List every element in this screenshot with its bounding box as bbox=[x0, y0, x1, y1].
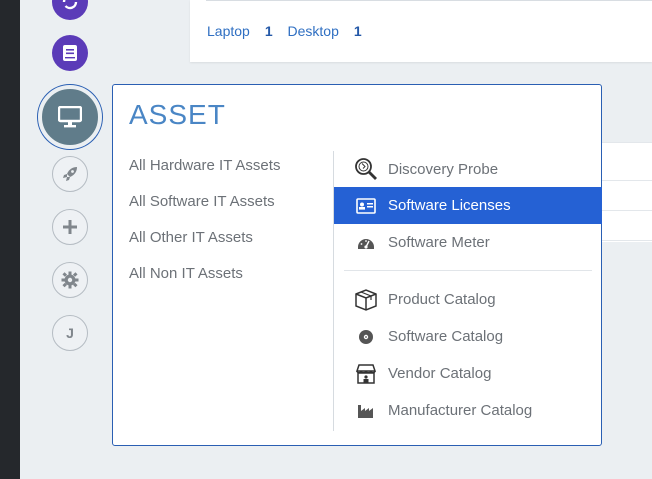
menu-discovery-probe[interactable]: Discovery Probe bbox=[334, 151, 602, 187]
user-initial-icon[interactable]: J bbox=[52, 315, 88, 351]
menu-separator bbox=[344, 270, 592, 271]
factory-icon bbox=[354, 399, 378, 423]
asset-flyout-menu: ASSET All Hardware IT Assets All Softwar… bbox=[112, 84, 602, 446]
menu-software-meter[interactable]: Software Meter bbox=[334, 224, 602, 261]
stat-desktop[interactable]: Desktop 1 bbox=[288, 23, 362, 39]
summary-card: Laptop 1 Desktop 1 bbox=[190, 0, 652, 62]
refresh-icon[interactable] bbox=[52, 0, 88, 20]
monitor-icon[interactable] bbox=[38, 85, 102, 149]
probe-icon bbox=[354, 157, 378, 181]
sidebar: J bbox=[20, 0, 120, 479]
menu-software-catalog[interactable]: Software Catalog bbox=[334, 318, 602, 355]
gauge-icon bbox=[354, 231, 378, 255]
rocket-icon[interactable] bbox=[52, 156, 88, 192]
id-card-icon bbox=[354, 194, 378, 218]
menu-software-licenses[interactable]: Software Licenses bbox=[334, 187, 602, 224]
box-icon bbox=[354, 288, 378, 312]
asset-submenu: Discovery Probe Software Licenses Softwa… bbox=[334, 151, 602, 429]
link-all-other-assets[interactable]: All Other IT Assets bbox=[129, 228, 280, 264]
store-icon bbox=[354, 362, 378, 386]
menu-vendor-catalog[interactable]: Vendor Catalog bbox=[334, 355, 602, 392]
menu-product-catalog[interactable]: Product Catalog bbox=[334, 281, 602, 318]
menu-manufacturer-catalog[interactable]: Manufacturer Catalog bbox=[334, 392, 602, 429]
asset-links: All Hardware IT Assets All Software IT A… bbox=[129, 156, 280, 300]
left-dark-strip bbox=[0, 0, 20, 479]
book-icon[interactable] bbox=[52, 35, 88, 71]
stat-laptop[interactable]: Laptop 1 bbox=[207, 23, 273, 39]
plus-icon[interactable] bbox=[52, 209, 88, 245]
link-all-non-it-assets[interactable]: All Non IT Assets bbox=[129, 264, 280, 300]
link-all-hardware-assets[interactable]: All Hardware IT Assets bbox=[129, 156, 280, 192]
gear-icon[interactable] bbox=[52, 262, 88, 298]
disc-icon bbox=[354, 325, 378, 349]
link-all-software-assets[interactable]: All Software IT Assets bbox=[129, 192, 280, 228]
flyout-title: ASSET bbox=[129, 99, 226, 130]
asset-type-stats: Laptop 1 Desktop 1 bbox=[207, 23, 373, 39]
